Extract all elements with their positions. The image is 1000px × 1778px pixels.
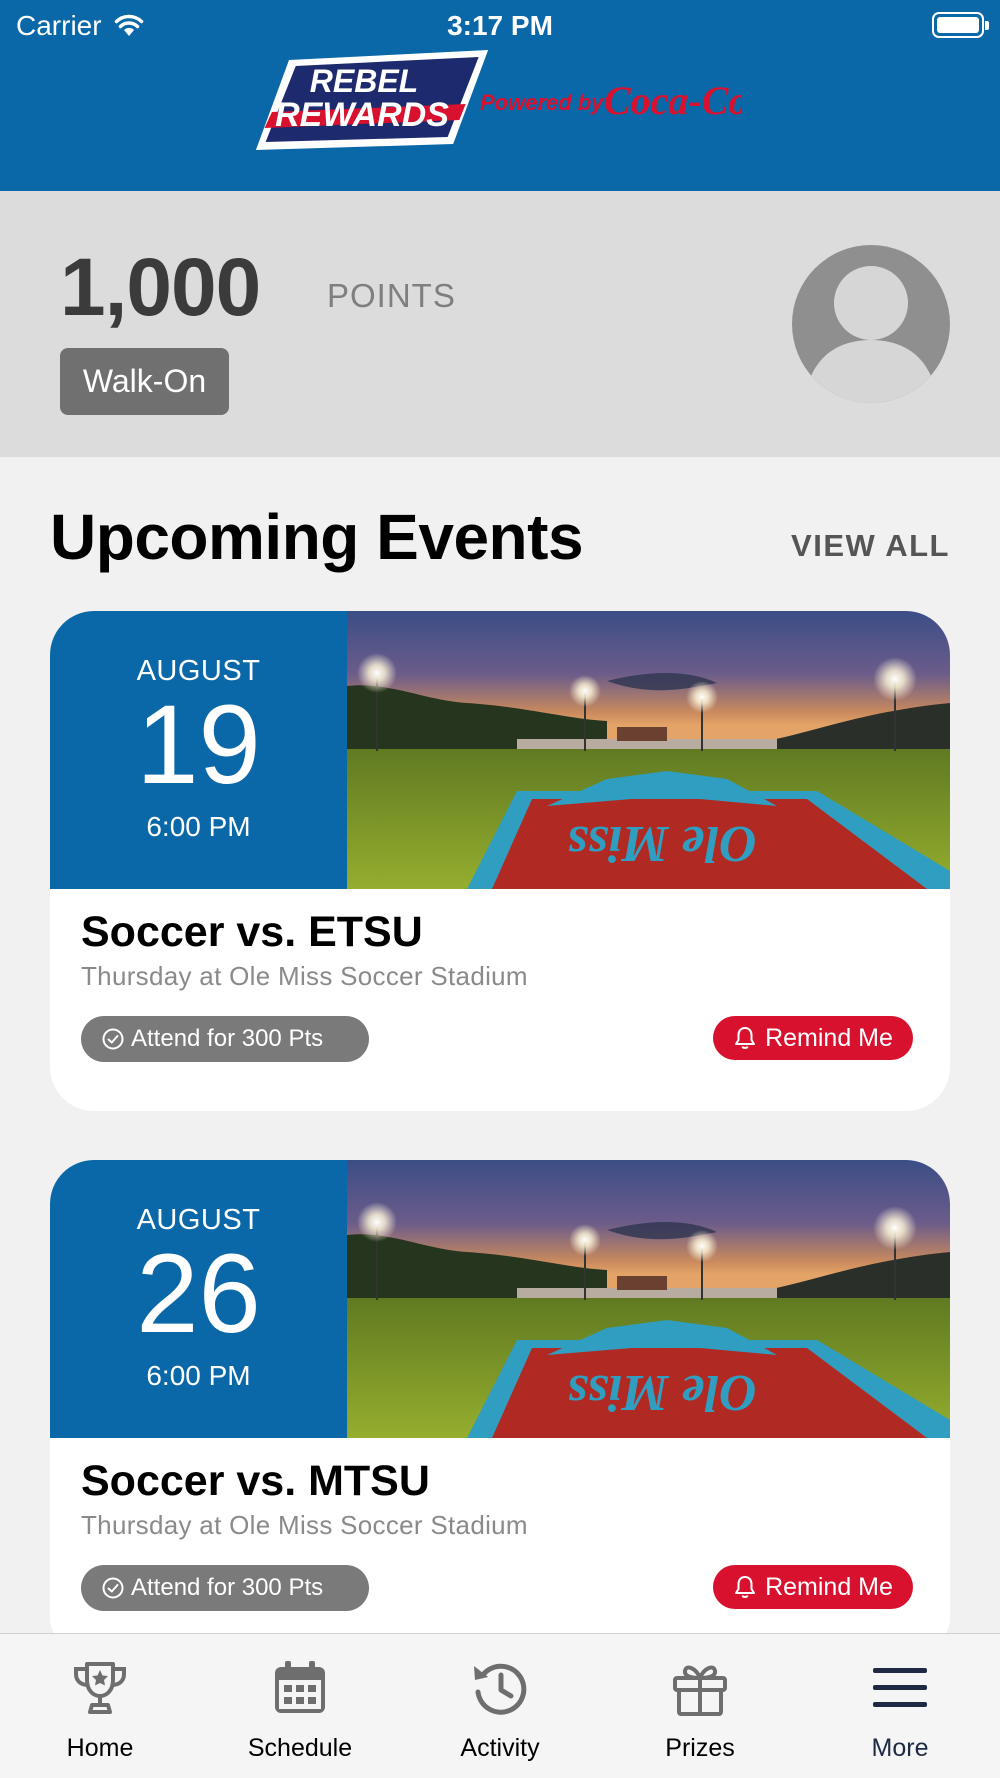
points-panel: 1,000 POINTS Walk-On [0, 191, 1000, 457]
tab-bar: Home Schedule Activity Prizes More [0, 1633, 1000, 1778]
trophy-icon [74, 1662, 126, 1714]
view-all-button[interactable]: VIEW ALL [791, 528, 950, 564]
remind-me-button[interactable]: Remind Me [713, 1565, 913, 1609]
tab-more[interactable]: More [800, 1634, 1000, 1778]
event-day: 26 [136, 1231, 261, 1356]
tab-schedule-label: Schedule [247, 1734, 353, 1762]
status-time: 3:17 PM [447, 10, 553, 41]
attend-points-badge: Attend for 300 Pts [81, 1565, 369, 1611]
tab-home[interactable]: Home [0, 1634, 200, 1778]
logo-line1: REBEL [310, 63, 418, 99]
event-card[interactable]: AUGUST 26 6:00 PM Soccer vs. MTSU Thursd… [50, 1160, 950, 1660]
event-time: 6:00 PM [146, 811, 251, 842]
event-title: Soccer vs. ETSU [81, 908, 423, 956]
event-venue: Thursday at Ole Miss Soccer Stadium [81, 1510, 528, 1540]
bell-icon [735, 1576, 756, 1598]
tab-prizes-label: Prizes [665, 1734, 735, 1762]
bell-icon [735, 1027, 756, 1049]
app-header: Carrier 3:17 PM REBEL REWARDS Powered by… [0, 0, 1000, 191]
section-title: Upcoming Events [50, 501, 584, 573]
status-bar: Carrier 3:17 PM [0, 0, 1000, 50]
check-circle-icon [102, 1577, 124, 1599]
remind-label: Remind Me [765, 1023, 893, 1052]
battery-icon [932, 12, 989, 38]
remind-me-button[interactable]: Remind Me [713, 1016, 913, 1060]
points-value: 1,000 [60, 242, 261, 333]
tab-more-label: More [871, 1734, 929, 1762]
event-venue: Thursday at Ole Miss Soccer Stadium [81, 961, 528, 991]
event-day: 19 [136, 682, 261, 807]
level-badge: Walk-On [60, 348, 229, 415]
event-title: Soccer vs. MTSU [81, 1457, 430, 1505]
coca-cola-logo: Coca-Cola [604, 78, 742, 123]
attend-points-badge: Attend for 300 Pts [81, 1016, 369, 1062]
remind-label: Remind Me [765, 1572, 893, 1601]
attend-label: Attend for 300 Pts [131, 1574, 324, 1601]
event-card[interactable]: AUGUST 19 6:00 PM Soccer vs. ETSU Thursd… [50, 611, 950, 1111]
avatar[interactable] [792, 245, 950, 403]
history-icon [474, 1663, 527, 1715]
user-icon [804, 266, 938, 403]
event-time: 6:00 PM [146, 1360, 251, 1391]
event-date-block: AUGUST 19 6:00 PM [50, 611, 347, 889]
rebel-rewards-logo: REBEL REWARDS Powered by Coca-Cola [255, 50, 742, 150]
attend-label: Attend for 300 Pts [131, 1025, 324, 1052]
check-circle-icon [102, 1028, 124, 1050]
points-label: POINTS [327, 277, 456, 314]
tab-home-label: Home [66, 1734, 134, 1762]
gift-icon [673, 1665, 727, 1716]
tab-schedule[interactable]: Schedule [200, 1634, 400, 1778]
event-image [347, 1160, 950, 1438]
tab-activity[interactable]: Activity [400, 1634, 600, 1778]
logo-line2: REWARDS [275, 96, 449, 134]
powered-by-label: Powered by [480, 90, 605, 115]
tab-activity-label: Activity [460, 1734, 540, 1762]
calendar-icon [275, 1661, 325, 1713]
event-date-block: AUGUST 26 6:00 PM [50, 1160, 347, 1438]
event-image [347, 611, 950, 889]
menu-icon [873, 1668, 927, 1707]
tab-prizes[interactable]: Prizes [600, 1634, 800, 1778]
